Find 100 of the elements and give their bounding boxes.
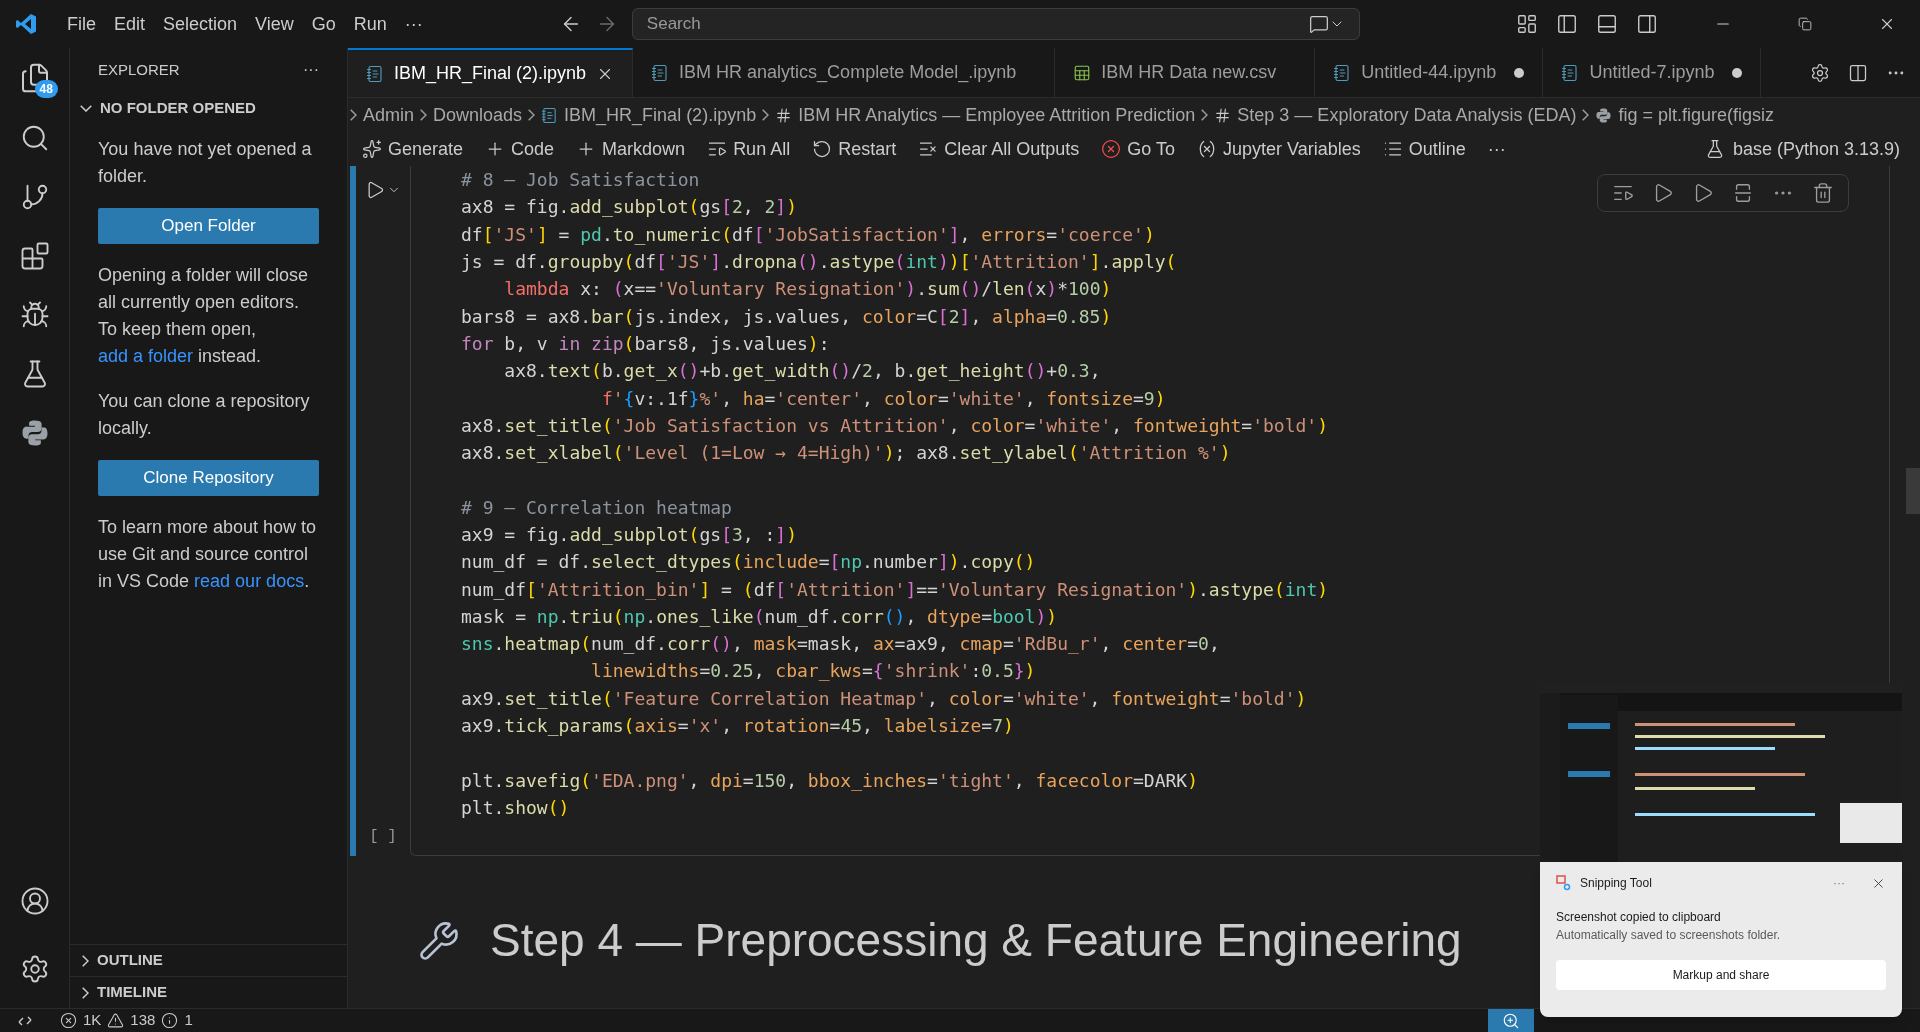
execution-count: [ ]	[369, 826, 397, 847]
error-count[interactable]: 1K	[83, 1009, 102, 1032]
notification-badge: 48	[34, 80, 58, 98]
section-header[interactable]: NO FOLDER OPENED	[100, 96, 256, 120]
panel-header[interactable]: OUTLINE	[97, 949, 163, 972]
scissors-icon	[1556, 875, 1572, 891]
chevron-icon	[1201, 109, 1209, 121]
code-line: ax8 = fig.add_subplot(gs[2, 2])	[461, 195, 798, 220]
secondary-sidebar-icon[interactable]	[1636, 13, 1658, 35]
sidebar-button[interactable]: Clone Repository	[98, 460, 319, 496]
sidebar-paragraph: You can clone a repository locally.	[98, 390, 311, 440]
code-line: ax8.text(b.get_x()+b.get_width()/2, b.get_height()+0.3,	[503, 359, 1101, 384]
sidebar-button[interactable]: Open Folder	[98, 208, 319, 244]
python-icon[interactable]	[1595, 106, 1613, 124]
sidebar-toggle-icon[interactable]	[1556, 13, 1578, 35]
code-line: df['JS'] = pd.to_numeric(df['JobSatisfaction'], errors='coerce')	[461, 222, 1155, 247]
menu-item[interactable]: Run	[346, 10, 394, 38]
code-line: bars8 = ax8.bar(js.index, js.values, color=C[2], alpha=0.85)	[461, 304, 1112, 329]
menu-item[interactable]: View	[248, 10, 301, 38]
account-icon[interactable]	[19, 886, 50, 916]
sidebar-paragraph: Opening a folder will close all currently open editors. To keep them open, add a folder instead.	[98, 264, 310, 368]
info-icon[interactable]	[161, 1012, 179, 1029]
warning-count[interactable]: 138	[130, 1009, 156, 1032]
toolbar-button[interactable]: Code	[485, 135, 555, 163]
extensions-icon[interactable]	[19, 241, 50, 271]
search-field[interactable]: Search	[631, 8, 1360, 40]
code-line: ax8.set_xlabel('Level (1=Low → 4=High)'); ax8.set_ylabel('Attrition %')	[461, 441, 1231, 466]
toolbar-button[interactable]: Markdown	[576, 135, 686, 163]
chevron-icon[interactable]	[82, 954, 89, 967]
link[interactable]: add a folder	[98, 346, 194, 366]
code-line: # 9 — Correlation heatmap	[461, 495, 732, 520]
notification-message: Automatically saved to screenshots folder.	[1556, 927, 1782, 944]
chat-icon[interactable]	[1308, 14, 1329, 34]
restart-icon	[812, 139, 833, 159]
info-count[interactable]: 1	[184, 1009, 193, 1032]
trash-icon[interactable]	[1812, 182, 1834, 204]
toolbar-button[interactable]: Outline	[1382, 135, 1466, 163]
markup-button[interactable]: Markup and share	[1556, 960, 1886, 990]
link[interactable]: read our docs	[194, 571, 305, 591]
code-line: plt.show()	[461, 795, 570, 820]
menu-item[interactable]: Selection	[156, 10, 245, 38]
circle-x-icon	[1101, 139, 1122, 159]
menu-item[interactable]: File	[60, 10, 103, 38]
zoom-icon	[1501, 1011, 1520, 1030]
toolbar-button[interactable]: Go To	[1101, 135, 1175, 163]
code-line: js = df.groupby(df['JS'].dropna().astype(int))['Attrition'].apply(	[461, 250, 1177, 275]
menu-item[interactable]: ···	[397, 10, 430, 38]
notebook-icon	[366, 64, 384, 83]
breadcrumb-item[interactable]: Admin	[363, 101, 415, 129]
notebook-icon	[1561, 63, 1580, 82]
notification-title: Screenshot copied to clipboard	[1556, 909, 1722, 926]
app-name: Snipping Tool	[1580, 875, 1652, 892]
toolbar-button[interactable]: Restart	[812, 135, 897, 163]
settings-icon[interactable]	[1810, 62, 1830, 83]
code-line: ax9 = fig.add_subplot(gs[3, :])	[461, 523, 797, 547]
scrollbar-thumb[interactable]	[1906, 468, 1920, 514]
python-icon[interactable]	[19, 418, 50, 448]
error-icon[interactable]	[60, 1012, 77, 1029]
chevron-icon	[350, 109, 357, 121]
restore-icon[interactable]	[1798, 17, 1812, 31]
breadcrumb-item[interactable]: Step 3 — Exploratory Data Analysis (EDA)	[1237, 101, 1577, 129]
sidebar-paragraph: To learn more about how to use Git and source control in VS Code read our docs.	[98, 516, 318, 593]
markdown-icon	[1214, 106, 1232, 124]
split-editor-icon[interactable]	[1848, 62, 1868, 83]
chevron-icon[interactable]	[82, 986, 89, 999]
menu-item[interactable]: Edit	[107, 10, 153, 38]
split-cell-icon[interactable]	[1732, 182, 1754, 204]
more-button[interactable]: ···	[1833, 874, 1845, 892]
more-actions-button[interactable]: ···	[1487, 135, 1506, 163]
code-line: ax8.set_title('Job Satisfaction vs Attrition', color='white', fontweight='bold')	[461, 413, 1329, 438]
toolbar-button[interactable]: Run All	[707, 135, 791, 163]
chevron-icon	[528, 109, 536, 121]
menu-item[interactable]: Go	[304, 10, 343, 38]
section-heading: Step 4 — Preprocessing & Feature Engineering	[490, 913, 1462, 968]
breadcrumb-item[interactable]: IBM_HR_Final (2).ipynb	[564, 101, 757, 129]
search-input[interactable]: Search	[646, 11, 1309, 37]
app-logo-icon	[14, 12, 38, 36]
bug-icon[interactable]	[19, 300, 50, 330]
toolbar-button[interactable]: Clear All Outputs	[918, 135, 1080, 163]
chevron-icon[interactable]	[80, 104, 92, 112]
kernel-picker[interactable]: base (Python 3.13.9)	[1704, 135, 1900, 163]
toolbar-button[interactable]: Generate	[362, 135, 464, 163]
zoom-button[interactable]	[1487, 1009, 1534, 1032]
layout-icon[interactable]	[1516, 13, 1538, 35]
toolbar-button[interactable]: Jupyter Variables	[1196, 135, 1361, 163]
editor-tab[interactable]: IBM_HR_Final (2).ipynb	[348, 48, 634, 97]
breadcrumb-item[interactable]: Downloads	[433, 101, 523, 129]
breadcrumb-item[interactable]: fig = plt.figure(figsiz	[1618, 101, 1775, 129]
warning-icon[interactable]	[107, 1012, 125, 1029]
panel-header[interactable]: TIMELINE	[97, 981, 167, 1004]
chevron-icon	[420, 109, 428, 121]
sidebar-title: EXPLORER	[98, 59, 180, 80]
code-line: plt.savefig('EDA.png', dpi=150, bbox_inches='tight', facecolor=DARK)	[461, 768, 1199, 793]
breadcrumb-item[interactable]: IBM HR Analytics — Employee Attrition Prediction	[798, 101, 1196, 129]
code-line: ax9.set_title('Feature Correlation Heatmap', color='white', fontweight='bold')	[461, 686, 1307, 711]
more-actions-button[interactable]: ···	[303, 58, 319, 82]
code-line: mask = np.triu(np.ones_like(num_df.corr(), dtype=bool))	[461, 604, 1058, 629]
panel-toggle-icon[interactable]	[1596, 13, 1618, 35]
code-line: ax9.tick_params(axis='x', rotation=45, labelsize=7)	[461, 714, 1014, 739]
chevron-icon	[762, 109, 770, 121]
